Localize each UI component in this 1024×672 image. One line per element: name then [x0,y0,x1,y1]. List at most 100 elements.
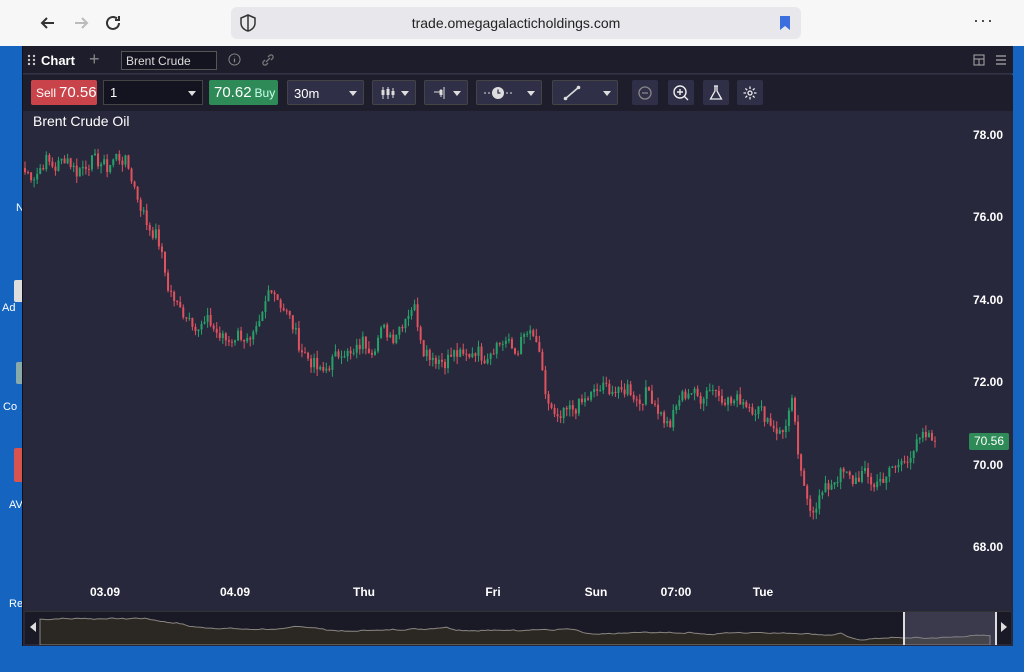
candle-body [824,483,827,493]
symbol-input[interactable]: Brent Crude [121,51,217,70]
desktop-app-icon[interactable] [14,280,22,302]
candle-body [489,353,492,359]
reload-icon[interactable] [100,10,126,36]
candle-body [237,330,240,341]
candle-body [486,358,489,364]
candle-body [36,173,39,180]
candle-body [361,336,364,350]
candle-body [27,172,30,174]
chart-type-select[interactable] [372,80,416,105]
desktop-app-icon[interactable] [14,448,22,482]
shield-icon[interactable] [239,14,257,32]
candle-body [328,368,331,370]
candle-body [644,387,647,405]
candle-body [736,394,739,401]
candle-body [157,229,160,247]
candle-body [538,341,541,352]
candle-body [340,356,343,358]
browser-menu-icon[interactable]: ··· [973,10,994,31]
price-chart[interactable]: Brent Crude Oil 78.00 76.00 74.00 72.00 … [23,111,1013,646]
candle-body [626,384,629,395]
candle-body [380,327,383,338]
tab-chart[interactable]: Chart [41,53,75,68]
candle-body [523,334,526,337]
x-axis-tick-label: 04.09 [219,585,251,599]
navigator-overview [39,617,991,645]
layout-icon[interactable] [973,54,985,66]
candle-body [127,155,130,169]
menu-icon[interactable] [995,54,1007,66]
candle-body [830,484,833,490]
candle-body [526,333,529,335]
indicator-select[interactable] [424,80,468,105]
candle-body [629,384,632,395]
url-text[interactable]: trade.omegagalacticholdings.com [412,15,621,31]
drag-handle-icon[interactable] [27,54,37,66]
candle-body [121,160,124,165]
address-bar[interactable]: trade.omegagalacticholdings.com [231,7,801,39]
candle-body [815,508,818,513]
candle-body [574,409,577,414]
candle-body [63,158,66,164]
candle-body [468,354,471,358]
candle-body [227,340,230,342]
timeframe-select[interactable]: 30m [287,80,364,105]
candle-body [733,400,736,404]
sell-button[interactable]: Sell 70.56 [31,80,97,105]
candle-body [294,327,297,330]
candle-body [230,341,233,343]
candle-body [845,471,848,473]
x-axis-tick-label: Thu [353,585,375,599]
candle-body [623,389,626,395]
candle-body [194,326,197,332]
candle-body [620,387,623,390]
candle-body [547,394,550,404]
quantity-select[interactable]: 1 [103,80,203,105]
candle-body [550,403,553,408]
bookmark-icon[interactable] [779,15,791,31]
candle-body [501,343,504,345]
zoom-in-button[interactable] [668,80,694,105]
desktop-label: Co [3,401,18,413]
candle-body [556,414,559,417]
candle-body [304,352,306,354]
candle-body [918,438,921,440]
candle-body [370,352,373,355]
candle-body [507,339,510,341]
gear-icon [743,86,757,99]
candle-body [221,333,224,338]
buy-button[interactable]: 70.62 Buy [209,80,278,105]
candle-body [191,317,194,327]
scroll-right-icon[interactable] [1001,622,1007,632]
candle-body [921,431,924,439]
candle-body [200,323,203,330]
candle-body [833,482,836,485]
navigator-range-handle[interactable] [903,612,997,645]
zoom-out-button[interactable] [632,80,658,105]
candle-body [562,407,565,418]
candle-body [471,353,474,358]
chart-navigator[interactable] [25,611,1011,645]
candle-body [367,348,370,353]
candle-body [641,403,644,405]
link-icon[interactable] [261,53,275,67]
candlestick-chart[interactable] [23,111,1013,611]
zoom-in-icon [673,84,689,100]
y-axis-tick-label: 76.00 [973,210,1004,225]
candle-body [794,398,796,422]
drawing-tool-select[interactable] [552,80,618,105]
line-tool-icon [563,85,581,101]
back-icon[interactable] [35,10,61,36]
candle-body [252,331,255,340]
forward-icon[interactable] [68,10,94,36]
studies-button[interactable] [703,80,729,105]
add-tab-icon[interactable]: + [89,49,100,70]
candle-body [632,394,635,400]
settings-button[interactable] [737,80,763,105]
candle-body [809,498,812,511]
candle-body [790,398,793,411]
candle-body [246,337,249,342]
candle-body [170,290,173,292]
info-icon[interactable] [228,53,241,66]
history-select[interactable] [476,80,542,105]
